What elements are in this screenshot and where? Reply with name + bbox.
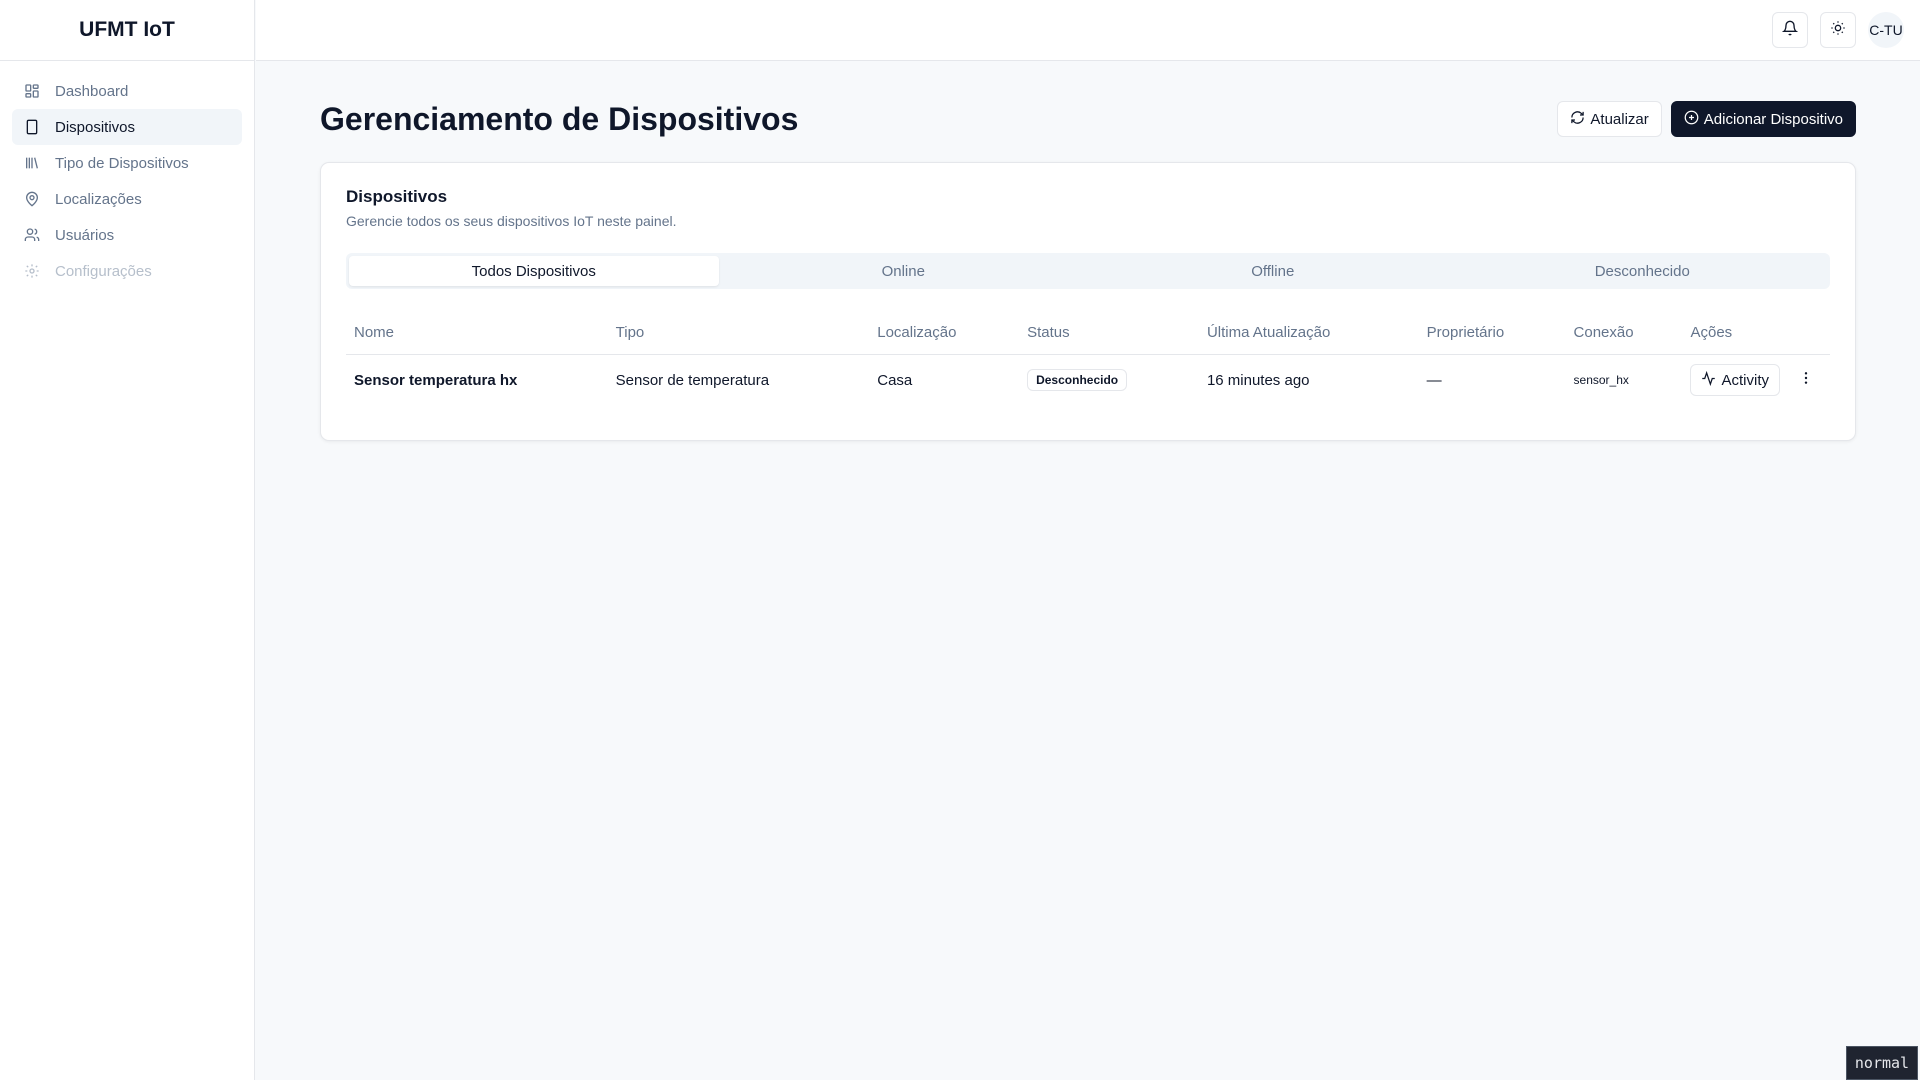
sidebar-item-label: Configurações bbox=[55, 262, 152, 280]
table-header-row: Nome Tipo Localização Status Última Atua… bbox=[346, 312, 1830, 355]
more-vertical-icon bbox=[1798, 370, 1814, 390]
sidebar-item-localizacoes[interactable]: Localizações bbox=[12, 181, 242, 217]
tab-offline[interactable]: Offline bbox=[1088, 256, 1458, 286]
sidebar-item-dispositivos[interactable]: Dispositivos bbox=[12, 109, 242, 145]
tab-todos-dispositivos[interactable]: Todos Dispositivos bbox=[349, 256, 719, 286]
card-title: Dispositivos bbox=[346, 187, 448, 206]
sidebar-item-label: Usuários bbox=[55, 226, 115, 244]
column-header[interactable]: Última Atualização bbox=[1198, 312, 1419, 355]
sidebar-item-label: Tipo de Dispositivos bbox=[55, 154, 189, 172]
last-update: 16 minutes ago bbox=[1206, 371, 1310, 389]
column-header[interactable]: Conexão bbox=[1565, 312, 1683, 355]
sun-icon bbox=[1830, 20, 1846, 41]
activity-icon bbox=[1701, 370, 1716, 390]
users-icon bbox=[24, 227, 40, 243]
theme-toggle-button[interactable] bbox=[1820, 12, 1856, 48]
sidebar-item-configuracoes[interactable]: Configurações bbox=[12, 253, 242, 289]
column-header: Ações bbox=[1682, 312, 1830, 355]
plus-circle-icon bbox=[1684, 110, 1699, 129]
sidebar-item-label: Dashboard bbox=[55, 82, 129, 100]
activity-button[interactable]: Activity bbox=[1690, 364, 1780, 397]
bell-icon bbox=[1781, 20, 1799, 41]
device-owner: — bbox=[1426, 371, 1442, 389]
tab-online[interactable]: Online bbox=[719, 256, 1089, 286]
sidebar-item-dashboard[interactable]: Dashboard bbox=[12, 73, 242, 109]
column-header[interactable]: Localização bbox=[869, 312, 1020, 355]
tablet-icon bbox=[24, 119, 40, 135]
status-badge: Desconhecido bbox=[1027, 369, 1128, 392]
column-header[interactable]: Proprietário bbox=[1418, 312, 1566, 355]
mode-indicator: normal bbox=[1846, 1046, 1918, 1080]
notifications-button[interactable] bbox=[1772, 12, 1808, 48]
column-header[interactable]: Nome bbox=[346, 312, 608, 355]
devices-table: Nome Tipo Localização Status Última Atua… bbox=[346, 312, 1830, 406]
status-tabs: Todos Dispositivos Online Offline Descon… bbox=[346, 253, 1830, 289]
sidebar-item-label: Dispositivos bbox=[55, 118, 136, 136]
device-location: Casa bbox=[877, 371, 913, 389]
brand-logo[interactable]: UFMT IoT bbox=[0, 0, 254, 61]
refresh-label: Atualizar bbox=[1590, 110, 1649, 128]
connection-id: sensor_hx bbox=[1573, 373, 1629, 388]
card-description: Gerencie todos os seus dispositivos IoT … bbox=[346, 213, 677, 229]
device-name: Sensor temperatura hx bbox=[354, 371, 518, 389]
devices-card: Dispositivos Gerencie todos os seus disp… bbox=[320, 162, 1856, 441]
refresh-icon bbox=[1570, 110, 1585, 129]
map-pin-icon bbox=[24, 191, 40, 207]
refresh-button[interactable]: Atualizar bbox=[1557, 101, 1662, 137]
sidebar-nav: Dashboard Dispositivos Tipo de Dispositi… bbox=[0, 61, 254, 301]
sidebar-item-label: Localizações bbox=[55, 190, 142, 208]
add-device-label: Adicionar Dispositivo bbox=[1703, 110, 1843, 128]
table-row[interactable]: Sensor temperatura hx Sensor de temperat… bbox=[346, 354, 1830, 406]
column-header[interactable]: Tipo bbox=[607, 312, 870, 355]
page-title: Gerenciamento de Dispositivos bbox=[320, 100, 799, 137]
dashboard-icon bbox=[24, 83, 40, 99]
device-type: Sensor de temperatura bbox=[615, 371, 770, 389]
tab-desconhecido[interactable]: Desconhecido bbox=[1458, 256, 1828, 286]
sidebar-item-tipo-de-dispositivos[interactable]: Tipo de Dispositivos bbox=[12, 145, 242, 181]
library-icon bbox=[24, 155, 40, 171]
gear-icon bbox=[24, 263, 40, 279]
sidebar-item-usuarios[interactable]: Usuários bbox=[12, 217, 242, 253]
user-avatar[interactable]: C-TU bbox=[1868, 12, 1904, 48]
main-content: Gerenciamento de Dispositivos Atualizar … bbox=[320, 100, 1856, 441]
more-options-button[interactable] bbox=[1790, 364, 1822, 396]
topbar: C-TU bbox=[256, 0, 1920, 61]
sidebar: UFMT IoT Dashboard Dispositivos Tipo de … bbox=[0, 0, 255, 1080]
add-device-button[interactable]: Adicionar Dispositivo bbox=[1670, 101, 1856, 137]
column-header[interactable]: Status bbox=[1019, 312, 1199, 355]
activity-label: Activity bbox=[1721, 371, 1769, 389]
